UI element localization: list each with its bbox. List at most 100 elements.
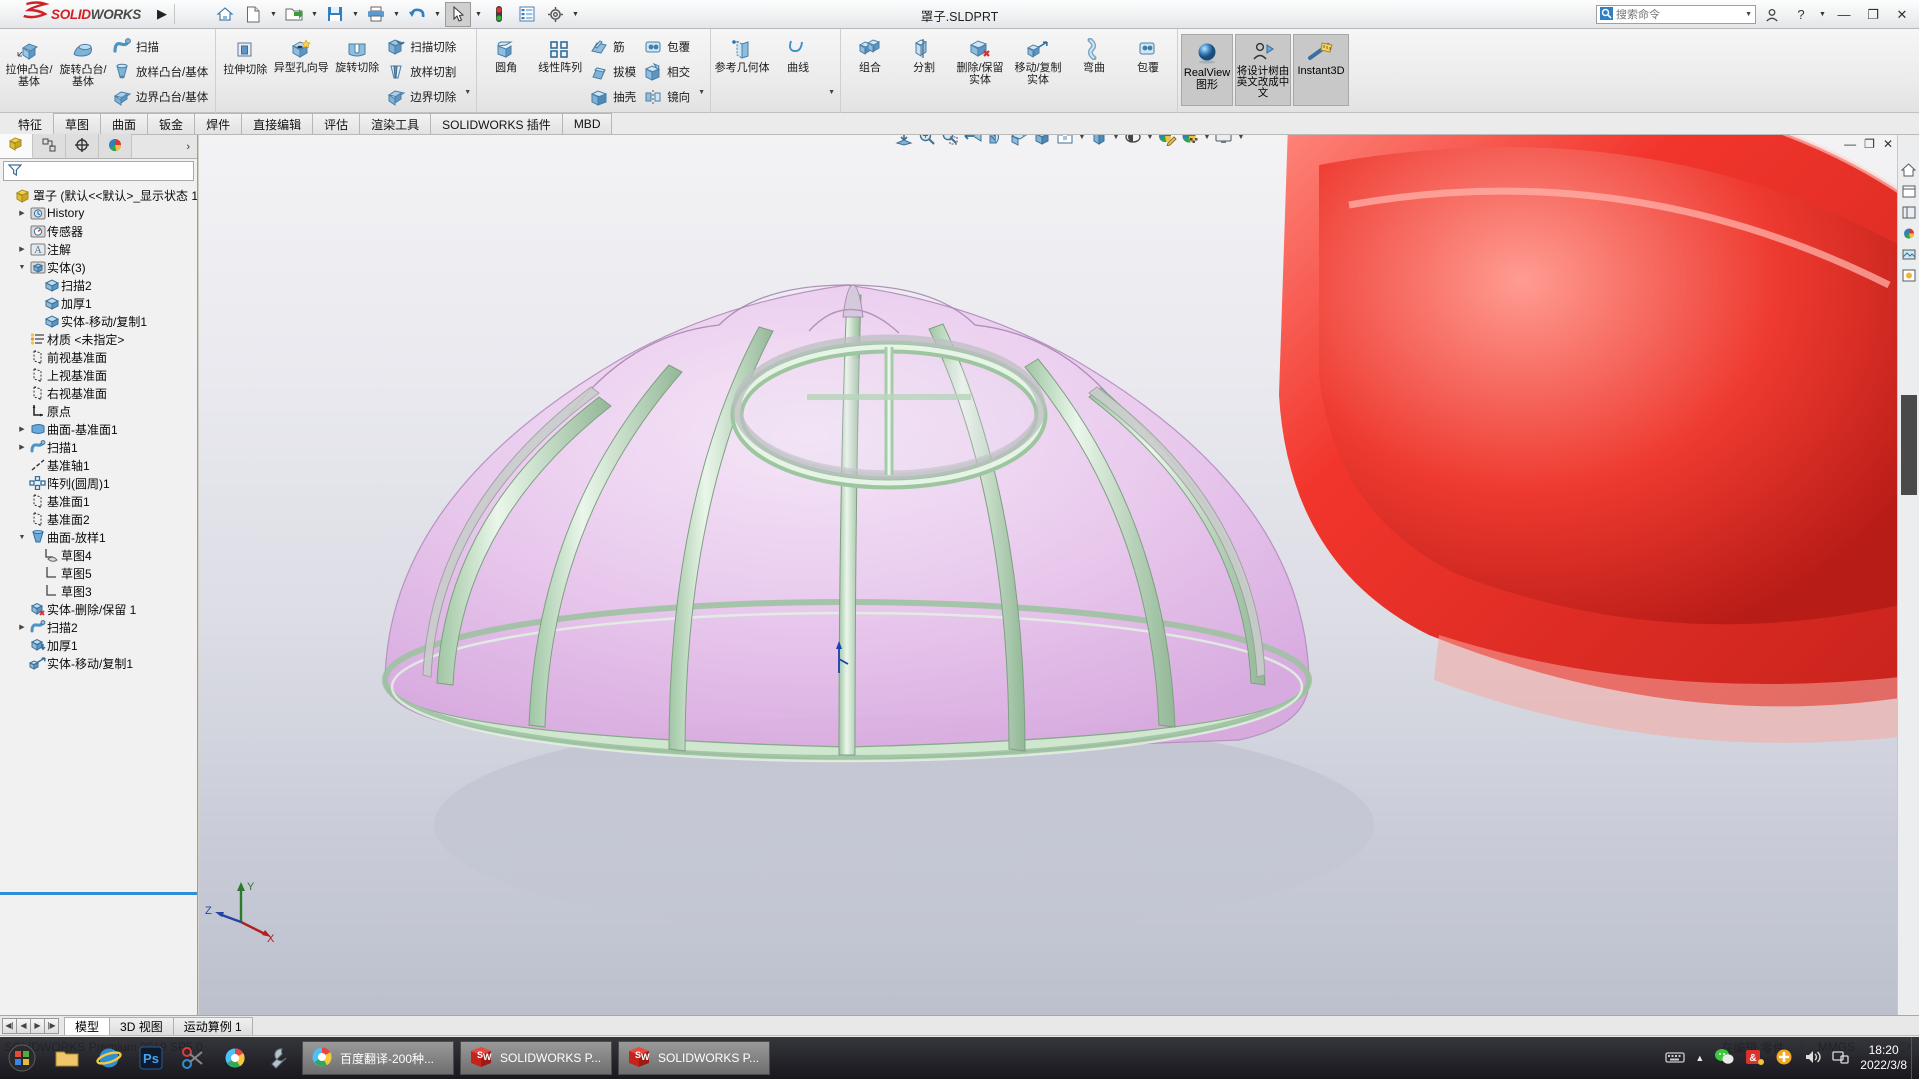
tree-item[interactable]: ▶ 曲面-基准面1 [0,420,197,438]
collapse-arrow-icon[interactable]: ▼ [16,534,28,541]
tree-item[interactable]: 实体-删除/保留 1 [0,600,197,618]
tree-item[interactable]: ▶ 扫描1 [0,438,197,456]
expand-arrow-icon[interactable]: ▶ [16,623,28,631]
search-input[interactable] [1616,8,1728,21]
tree-item[interactable]: 扫描2 [0,276,197,294]
expand-arrow-icon[interactable]: ▶ [16,245,28,253]
modify-chevron-down-icon[interactable]: ▼ [698,89,705,96]
viewport-scrollbar-thumb[interactable] [1901,395,1917,495]
tree-item[interactable]: 基准面1 [0,492,197,510]
tree-item[interactable]: 加厚1 [0,294,197,312]
bottom-tab-3d-views[interactable]: 3D 视图 [109,1016,174,1036]
loft-boss-button[interactable]: 放样凸台/基体 [110,59,213,84]
user-account-icon[interactable] [1759,3,1785,27]
tree-item[interactable]: ▶ History [0,204,197,222]
windows-explorer-icon[interactable] [48,1039,86,1077]
keyboard-icon[interactable] [1665,1050,1686,1067]
tree-item[interactable]: 材质 <未指定> [0,330,197,348]
bottom-tab-motion-study[interactable]: 运动算例 1 [172,1016,253,1036]
tree-filter-bar[interactable] [3,161,194,181]
help-chevron-down-icon[interactable]: ▼ [1817,11,1828,18]
revolve-cut-button[interactable]: 旋转切除 [330,32,384,74]
rib-button[interactable]: 筋 [587,34,641,59]
taskbar-button-solidworks-2[interactable]: SW SOLIDWORKS P... [618,1041,770,1075]
loft-cut-button[interactable]: 放样切割 [384,59,461,84]
tree-item[interactable]: 基准轴1 [0,456,197,474]
panel-expand-arrow-icon[interactable]: › [186,141,197,153]
tree-item[interactable]: 实体-移动/复制1 [0,312,197,330]
tab-surfaces[interactable]: 曲面 [100,113,149,134]
intersect-button[interactable]: 相交 [641,59,695,84]
tree-language-toggle[interactable]: 将设计树由英文改成中文 [1235,34,1292,106]
show-hidden-icon[interactable]: ▲ [1695,1053,1704,1063]
tab-sketch[interactable]: 草图 [53,113,102,134]
tree-item[interactable]: 草图5 [0,564,197,582]
tab-direct-editing[interactable]: 直接编辑 [241,113,314,134]
lampshade-3d-model[interactable]: Y X Z [199,135,1919,1015]
instant3d-toggle[interactable]: Instant3D [1293,34,1350,106]
tab-evaluate[interactable]: 评估 [312,113,361,134]
taskbar-clock[interactable]: 18:20 2022/3/8 [1860,1043,1907,1073]
volume-icon[interactable] [1804,1049,1822,1068]
close-button[interactable]: ✕ [1889,3,1915,27]
cut-features-chevron-down-icon[interactable]: ▼ [464,89,471,96]
tab-features[interactable]: 特征 [6,113,55,134]
first-tab-button[interactable]: ◀| [2,1017,17,1034]
tab-mbd[interactable]: MBD [561,113,613,134]
shell-button[interactable]: 抽壳 [587,84,641,109]
last-tab-button[interactable]: |▶ [44,1017,59,1034]
appearance-pane-icon[interactable] [1899,224,1919,242]
chrome-quick-icon[interactable] [216,1039,254,1077]
boundary-cut-button[interactable]: 边界切除 [384,84,461,109]
extrude-cut-button[interactable]: 拉伸切除 [218,32,272,76]
collapse-arrow-icon[interactable]: ▼ [16,264,28,271]
delete-keep-body-button[interactable]: 删除/保留实体 [951,32,1009,86]
tree-item[interactable]: 草图3 [0,582,197,600]
update-icon[interactable] [1774,1048,1794,1069]
hole-wizard-button[interactable]: 异型孔向导 [272,32,330,74]
tree-item[interactable]: 实体-移动/复制1 [0,654,197,672]
tree-item[interactable]: 阵列(圆周)1 [0,474,197,492]
minimize-button[interactable]: — [1831,3,1857,27]
display-manager-tab[interactable] [99,134,132,158]
curves-button[interactable]: 曲线 [771,32,825,74]
previous-tab-button[interactable]: ◀ [16,1017,31,1034]
photoshop-icon[interactable]: Ps [132,1039,170,1077]
expand-arrow-icon[interactable]: ▶ [16,209,28,217]
revolve-boss-button[interactable]: 旋转凸台/基体 [56,32,110,88]
feature-manager-tab[interactable] [0,134,33,158]
tree-item[interactable]: 原点 [0,402,197,420]
tab-solidworks-addins[interactable]: SOLIDWORKS 插件 [430,113,563,134]
tool-icon[interactable] [174,1039,212,1077]
display-pane-icon[interactable] [1899,203,1919,221]
taskbar-button-baidu-translate[interactable]: 百度翻译-200种... [302,1041,454,1075]
combine-button[interactable]: 组合 [843,32,897,74]
sweep-button[interactable]: 扫描 [110,34,213,59]
tree-item[interactable]: ▼ 曲面-放样1 [0,528,197,546]
search-command-box[interactable]: ▼ [1596,5,1756,24]
tree-root-item[interactable]: 罩子 (默认<<默认>_显示状态 1>) [0,186,197,204]
sweep-cut-button[interactable]: 扫描切除 [384,34,461,59]
tree-item[interactable]: 传感器 [0,222,197,240]
expand-arrow-icon[interactable]: ▶ [16,443,28,451]
next-tab-button[interactable]: ▶ [30,1017,45,1034]
search-chevron-down-icon[interactable]: ▼ [1745,11,1752,18]
expand-arrow-icon[interactable]: ▶ [16,425,28,433]
linear-pattern-button[interactable]: 线性阵列 [533,32,587,74]
wrap-button[interactable]: 包覆 [641,34,695,59]
mirror-button[interactable]: 镜向 [641,84,695,109]
tree-item[interactable]: 前视基准面 [0,348,197,366]
panel-toggle-icon[interactable] [1899,182,1919,200]
tree-item[interactable]: ▶ A 注解 [0,240,197,258]
internet-explorer-icon[interactable] [90,1039,128,1077]
taskbar-button-solidworks-1[interactable]: SW SOLIDWORKS P... [460,1041,612,1075]
home-view-icon[interactable] [1899,161,1919,179]
wechat-icon[interactable] [1714,1048,1734,1069]
graphics-viewport[interactable]: ▼ ▼ ▼ ▼ ▼ — ❐ ✕ Y X Z [199,135,1919,1015]
reference-chevron-down-icon[interactable]: ▼ [828,89,835,96]
bottom-tab-model[interactable]: 模型 [64,1016,111,1036]
extrude-boss-button[interactable]: 拉伸凸台/基体 [2,32,56,88]
property-manager-tab[interactable] [33,134,66,158]
tree-item[interactable]: ▼ 实体(3) [0,258,197,276]
network-icon[interactable] [1832,1049,1850,1068]
